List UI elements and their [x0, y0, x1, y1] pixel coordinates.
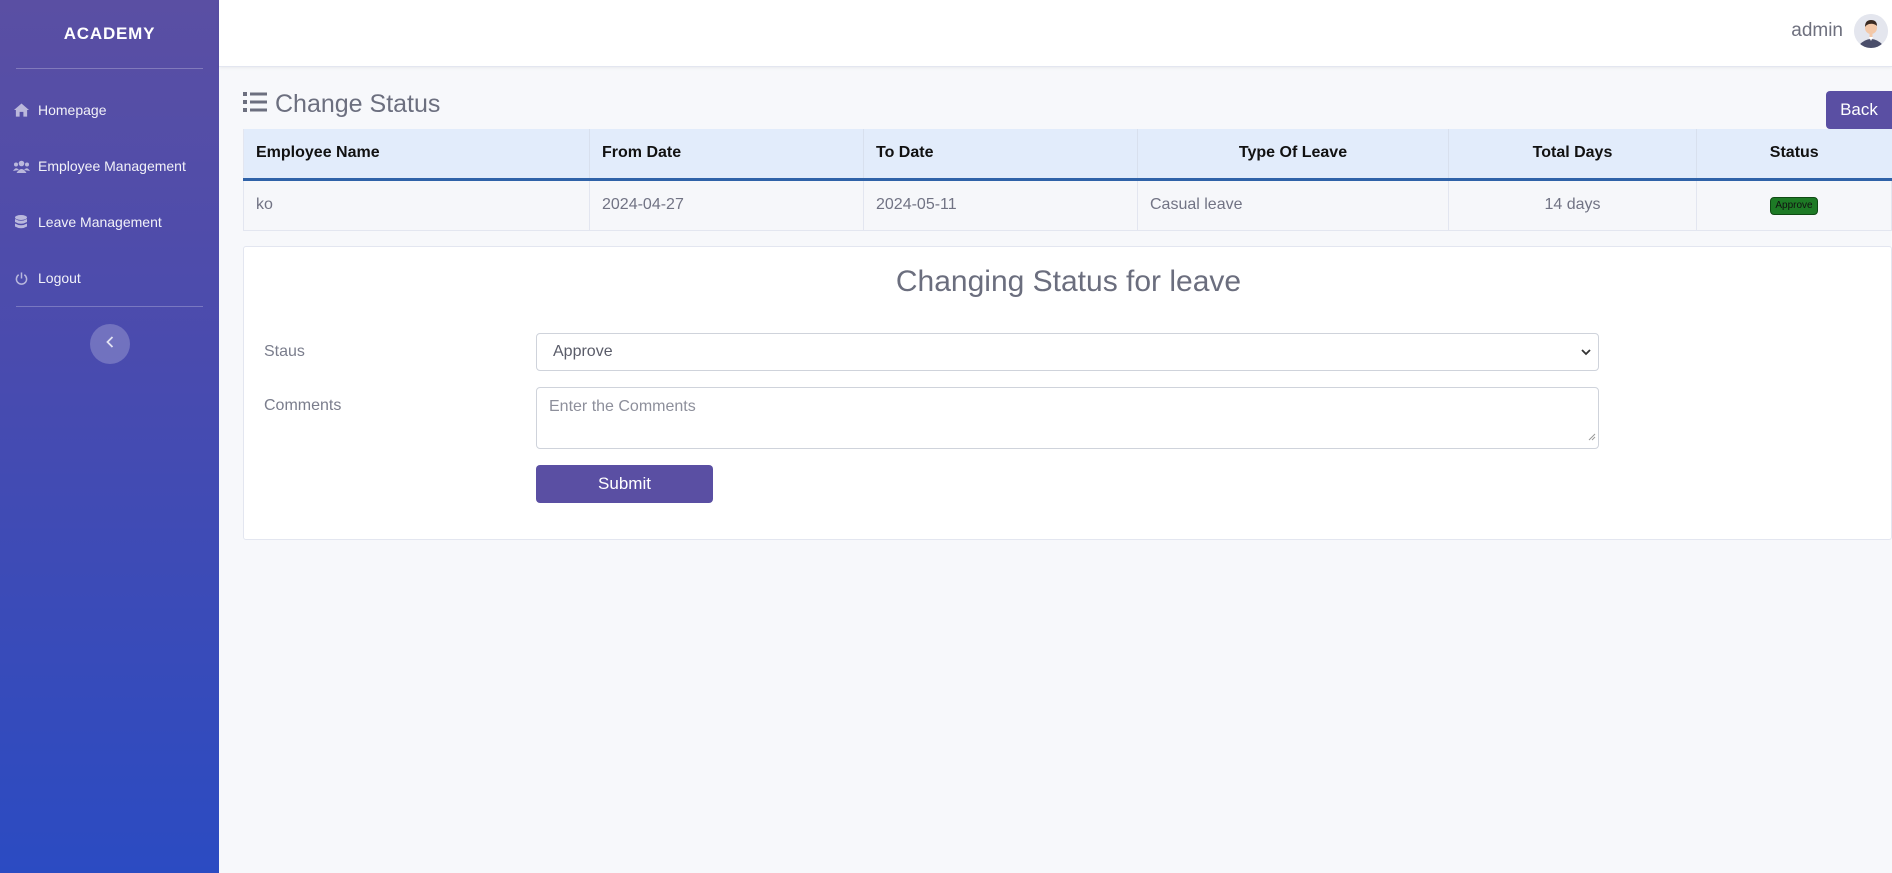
back-button[interactable]: Back	[1826, 91, 1892, 129]
cell-status: Approve	[1696, 178, 1892, 231]
column-header-total-days[interactable]: Total Days	[1448, 129, 1697, 181]
cell-leave-type: Casual leave	[1137, 178, 1449, 231]
page-title: Change Status	[275, 90, 441, 118]
column-header-type-of-leave[interactable]: Type Of Leave	[1137, 129, 1449, 181]
submit-button[interactable]: Submit	[536, 465, 713, 503]
column-header-to-date[interactable]: To Date	[863, 129, 1138, 181]
cell-total-days: 14 days	[1448, 178, 1697, 231]
resize-handle-icon	[1588, 428, 1596, 446]
sidebar-item-label: Employee Management	[38, 158, 186, 174]
database-icon	[12, 213, 30, 231]
page-header: Change Status	[243, 90, 440, 119]
column-header-status[interactable]: Status	[1696, 129, 1892, 181]
sidebar-item-employee-management[interactable]: Employee Management	[0, 138, 219, 194]
comments-placeholder: Enter the Comments	[549, 398, 696, 415]
chevron-left-icon	[105, 335, 114, 353]
status-select-value: Approve	[553, 343, 613, 360]
sidebar-item-leave-management[interactable]: Leave Management	[0, 194, 219, 250]
power-icon	[12, 269, 30, 287]
sidebar-item-label: Leave Management	[38, 214, 162, 230]
comments-textarea[interactable]: Enter the Comments	[536, 387, 1599, 449]
sidebar-item-label: Logout	[38, 270, 81, 286]
sidebar: ACADEMY Homepage Employee Management Lea…	[0, 0, 219, 873]
cell-from-date: 2024-04-27	[589, 178, 864, 231]
form-title: Changing Status for leave	[895, 265, 1242, 298]
brand-logo[interactable]: ACADEMY	[0, 0, 219, 68]
sidebar-toggle-button[interactable]	[89, 324, 130, 364]
user-avatar-icon[interactable]	[1854, 14, 1888, 48]
sidebar-item-label: Homepage	[38, 102, 107, 118]
sidebar-divider	[16, 68, 203, 69]
chevron-down-icon	[1580, 345, 1592, 364]
sidebar-item-homepage[interactable]: Homepage	[0, 82, 219, 138]
column-header-employee-name[interactable]: Employee Name	[243, 129, 590, 181]
sidebar-item-logout[interactable]: Logout	[0, 250, 219, 306]
username[interactable]: admin	[1791, 20, 1843, 42]
status-label: Staus	[264, 343, 305, 360]
table-header-row: Employee Name From Date To Date Type Of …	[243, 129, 1892, 181]
cell-to-date: 2024-05-11	[863, 178, 1138, 231]
sidebar-divider	[16, 306, 203, 307]
cell-employee-name: ko	[243, 178, 590, 231]
users-icon	[12, 157, 30, 175]
change-status-card: Changing Status for leave Staus Approve …	[243, 246, 1892, 540]
status-badge: Approve	[1770, 197, 1818, 215]
comments-label: Comments	[264, 397, 342, 414]
user-menu[interactable]: admin	[1791, 14, 1888, 48]
column-header-from-date[interactable]: From Date	[589, 129, 864, 181]
list-icon	[243, 92, 267, 117]
leave-table: Employee Name From Date To Date Type Of …	[243, 129, 1892, 231]
table-row: ko 2024-04-27 2024-05-11 Casual leave 14…	[243, 178, 1892, 231]
topbar: admin	[219, 0, 1892, 67]
home-icon	[12, 101, 30, 119]
status-select[interactable]: Approve	[536, 333, 1599, 371]
